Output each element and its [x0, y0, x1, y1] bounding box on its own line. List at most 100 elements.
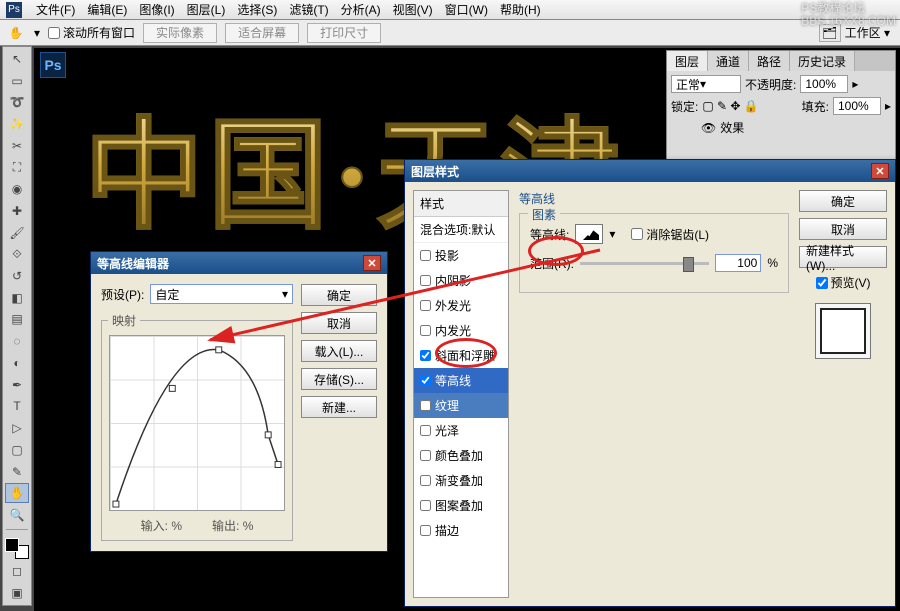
ok-button[interactable]: 确定: [301, 284, 377, 306]
notes-tool-icon[interactable]: ✎: [5, 462, 29, 482]
tab-history[interactable]: 历史记录: [790, 51, 855, 71]
drop-shadow-item[interactable]: 投影: [414, 243, 508, 268]
dialog-title: 图层样式: [411, 163, 459, 180]
elements-group: 图素 等高线: ▾ 消除锯齿(L) 范围(R): %: [519, 213, 789, 293]
brush-tool-icon[interactable]: 🖌: [5, 223, 29, 243]
inner-shadow-item[interactable]: 内阴影: [414, 268, 508, 293]
wand-tool-icon[interactable]: ✨: [5, 114, 29, 134]
contour-item[interactable]: 等高线: [414, 368, 508, 393]
gradient-overlay-item[interactable]: 渐变叠加: [414, 468, 508, 493]
dodge-tool-icon[interactable]: ◐: [5, 353, 29, 373]
new-style-button[interactable]: 新建样式(W)...: [799, 246, 887, 268]
stamp-tool-icon[interactable]: ⟐: [5, 244, 29, 264]
color-overlay-item[interactable]: 颜色叠加: [414, 443, 508, 468]
preview-swatch: [815, 303, 871, 359]
toolbox: ↖ ▭ ➰ ✨ ✂ ⛶ ◉ ✚ 🖌 ⟐ ↺ ◧ ▤ ◌ ◐ ✒ T ▷ ▢ ✎ …: [2, 46, 32, 606]
ok-button[interactable]: 确定: [799, 190, 887, 212]
shape-tool-icon[interactable]: ▢: [5, 440, 29, 460]
dropdown-icon[interactable]: ▾: [609, 227, 615, 241]
bevel-item[interactable]: 斜面和浮雕: [414, 343, 508, 368]
outer-glow-item[interactable]: 外发光: [414, 293, 508, 318]
path-tool-icon[interactable]: ▷: [5, 418, 29, 438]
cancel-button[interactable]: 取消: [301, 312, 377, 334]
type-tool-icon[interactable]: T: [5, 397, 29, 417]
history-brush-icon[interactable]: ↺: [5, 266, 29, 286]
lasso-tool-icon[interactable]: ➰: [5, 92, 29, 112]
gradient-tool-icon[interactable]: ▤: [5, 310, 29, 330]
arrow-icon[interactable]: ▸: [885, 99, 891, 113]
anti-alias-checkbox[interactable]: 消除锯齿(L): [631, 226, 709, 243]
menu-image[interactable]: 图像(I): [133, 0, 180, 20]
close-icon[interactable]: ✕: [871, 163, 889, 179]
menu-view[interactable]: 视图(V): [387, 0, 439, 20]
layer-effects-label[interactable]: 效果: [720, 119, 744, 136]
hand-tool-icon[interactable]: ✋: [5, 483, 29, 503]
menu-layer[interactable]: 图层(L): [181, 0, 232, 20]
elements-group-title: 图素: [528, 206, 560, 223]
menu-file[interactable]: 文件(F): [30, 0, 81, 20]
close-icon[interactable]: ✕: [363, 255, 381, 271]
save-button[interactable]: 存储(S)...: [301, 368, 377, 390]
style-list-head[interactable]: 样式: [414, 191, 508, 217]
eye-icon[interactable]: 👁: [701, 121, 716, 135]
tab-paths[interactable]: 路径: [749, 51, 790, 71]
curve-canvas[interactable]: [109, 335, 285, 511]
menu-edit[interactable]: 编辑(E): [81, 0, 133, 20]
pen-tool-icon[interactable]: ✒: [5, 375, 29, 395]
zoom-tool-icon[interactable]: 🔍: [5, 505, 29, 525]
dialog-titlebar[interactable]: 图层样式 ✕: [405, 160, 895, 182]
actual-pixels-button[interactable]: 实际像素: [143, 23, 217, 43]
hand-tool-icon[interactable]: ✋: [6, 23, 26, 43]
slice-tool-icon[interactable]: ⛶: [5, 158, 29, 178]
heal-tool-icon[interactable]: ✚: [5, 201, 29, 221]
load-button[interactable]: 载入(L)...: [301, 340, 377, 362]
cancel-button[interactable]: 取消: [799, 218, 887, 240]
contour-thumb[interactable]: [575, 224, 603, 244]
scroll-all-windows-checkbox[interactable]: 滚动所有窗口: [48, 24, 135, 41]
crop-tool-icon[interactable]: ✂: [5, 136, 29, 156]
marquee-tool-icon[interactable]: ▭: [5, 71, 29, 91]
go-bridge-icon[interactable]: 🗂: [819, 24, 841, 42]
blend-options-item[interactable]: 混合选项:默认: [414, 217, 508, 243]
contour-editor-dialog: 等高线编辑器 ✕ 预设(P): 自定▾ 映射 输入: % 输出: % 确定: [90, 251, 388, 552]
fill-input[interactable]: 100%: [833, 97, 881, 115]
blend-mode-select[interactable]: 正常 ▾: [671, 75, 741, 93]
eyedropper-tool-icon[interactable]: ◉: [5, 179, 29, 199]
new-button[interactable]: 新建...: [301, 396, 377, 418]
satin-item[interactable]: 光泽: [414, 418, 508, 443]
workspace-dropdown[interactable]: 工作区 ▾: [845, 24, 890, 41]
menu-select[interactable]: 选择(S): [231, 0, 283, 20]
stroke-item[interactable]: 描边: [414, 518, 508, 543]
menu-window[interactable]: 窗口(W): [439, 0, 494, 20]
range-input[interactable]: [715, 254, 761, 272]
menu-help[interactable]: 帮助(H): [494, 0, 547, 20]
fg-bg-swatch[interactable]: [5, 538, 29, 560]
texture-item[interactable]: 纹理: [414, 393, 508, 418]
print-size-button[interactable]: 打印尺寸: [307, 23, 381, 43]
fit-screen-button[interactable]: 适合屏幕: [225, 23, 299, 43]
menu-analysis[interactable]: 分析(A): [335, 0, 387, 20]
quick-mask-icon[interactable]: ◻: [5, 561, 29, 581]
preset-select[interactable]: 自定▾: [150, 284, 293, 304]
range-slider[interactable]: [580, 262, 709, 265]
eraser-tool-icon[interactable]: ◧: [5, 288, 29, 308]
move-tool-icon[interactable]: ↖: [5, 49, 29, 69]
dialog-titlebar[interactable]: 等高线编辑器 ✕: [91, 252, 387, 274]
screen-mode-icon[interactable]: ▣: [5, 583, 29, 603]
inner-glow-item[interactable]: 内发光: [414, 318, 508, 343]
contour-label: 等高线:: [530, 226, 569, 243]
pattern-overlay-item[interactable]: 图案叠加: [414, 493, 508, 518]
doc-icon: Ps: [40, 52, 66, 78]
tab-channels[interactable]: 通道: [708, 51, 749, 71]
arrow-icon[interactable]: ▸: [852, 77, 858, 91]
menu-filter[interactable]: 滤镜(T): [283, 0, 334, 20]
blur-tool-icon[interactable]: ◌: [5, 331, 29, 351]
opacity-label: 不透明度:: [745, 76, 796, 93]
dialog-title: 等高线编辑器: [97, 255, 169, 272]
lock-icons[interactable]: ▢ ✎ ✥ 🔒: [702, 99, 758, 113]
tab-layers[interactable]: 图层: [667, 51, 708, 71]
section-title: 等高线: [519, 190, 789, 207]
opacity-input[interactable]: 100%: [800, 75, 848, 93]
preview-checkbox[interactable]: 预览(V): [816, 274, 871, 291]
dropdown-icon[interactable]: ▾: [34, 26, 40, 40]
